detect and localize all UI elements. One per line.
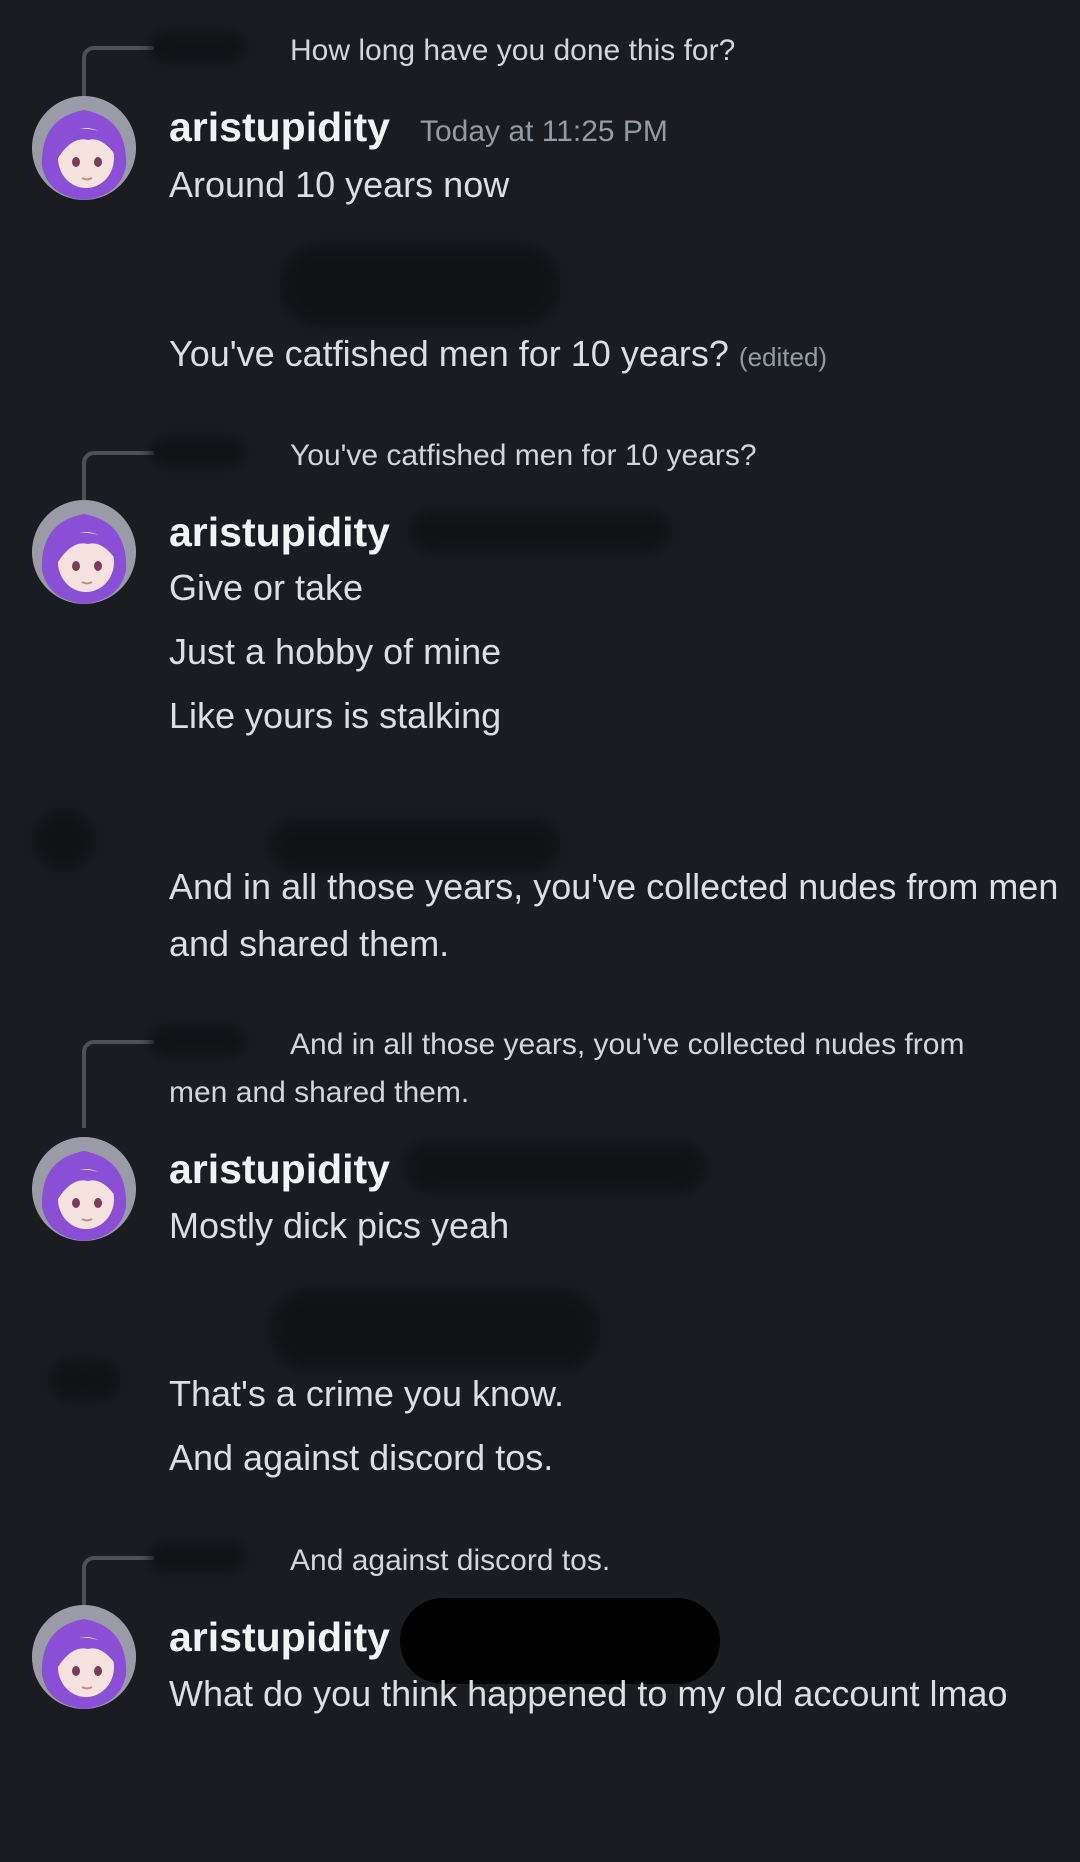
message-text: And in all those years, you've collected… bbox=[169, 866, 1059, 964]
avatar[interactable] bbox=[32, 1605, 136, 1709]
redacted-avatar bbox=[50, 1360, 120, 1400]
redacted-reply-author bbox=[150, 1542, 245, 1572]
reply-spine bbox=[82, 451, 154, 503]
redacted-timestamp bbox=[410, 510, 670, 552]
redacted-avatar bbox=[34, 810, 94, 870]
redacted-timestamp bbox=[405, 1142, 705, 1192]
reply-spine bbox=[82, 1040, 154, 1128]
message-text: Like yours is stalking bbox=[169, 695, 502, 736]
reply-preview-text[interactable]: How long have you done this for? bbox=[290, 32, 735, 70]
reply-preview-text[interactable]: men and shared them. bbox=[169, 1074, 469, 1112]
avatar-image-icon bbox=[32, 500, 136, 604]
message-text: That's a crime you know. bbox=[169, 1373, 565, 1414]
avatar-image-icon bbox=[32, 1605, 136, 1709]
edited-label: (edited) bbox=[738, 342, 828, 372]
message-text: Just a hobby of mine bbox=[169, 631, 502, 672]
message-text: Mostly dick pics yeah bbox=[169, 1205, 510, 1246]
username[interactable]: aristupidity bbox=[169, 507, 390, 557]
username[interactable]: aristupidity bbox=[169, 102, 390, 152]
reply-spine bbox=[82, 46, 154, 98]
redacted-reply-author bbox=[150, 437, 245, 467]
avatar[interactable] bbox=[32, 1137, 136, 1241]
reply-preview-text[interactable]: You've catfished men for 10 years? bbox=[290, 437, 757, 475]
message-text: Around 10 years now bbox=[169, 164, 510, 205]
avatar-image-icon bbox=[32, 1137, 136, 1241]
username[interactable]: aristupidity bbox=[169, 1612, 390, 1662]
message-text: What do you think happened to my old acc… bbox=[169, 1673, 1008, 1714]
redacted-reply-author bbox=[150, 1026, 245, 1056]
timestamp: Today at 11:25 PM bbox=[420, 115, 668, 148]
message-text: You've catfished men for 10 years? (edit… bbox=[169, 333, 828, 374]
avatar-image-icon bbox=[32, 96, 136, 200]
redacted-header bbox=[280, 245, 560, 325]
reply-preview-text[interactable]: And in all those years, you've collected… bbox=[290, 1026, 964, 1064]
username[interactable]: aristupidity bbox=[169, 1144, 390, 1194]
redacted-reply-author bbox=[150, 32, 245, 62]
redacted-header bbox=[270, 1290, 600, 1370]
message-text: Give or take bbox=[169, 567, 364, 608]
reply-spine bbox=[82, 1556, 154, 1608]
avatar[interactable] bbox=[32, 500, 136, 604]
reply-preview-text[interactable]: And against discord tos. bbox=[290, 1542, 610, 1580]
message-text: And against discord tos. bbox=[169, 1437, 554, 1478]
avatar[interactable] bbox=[32, 96, 136, 200]
